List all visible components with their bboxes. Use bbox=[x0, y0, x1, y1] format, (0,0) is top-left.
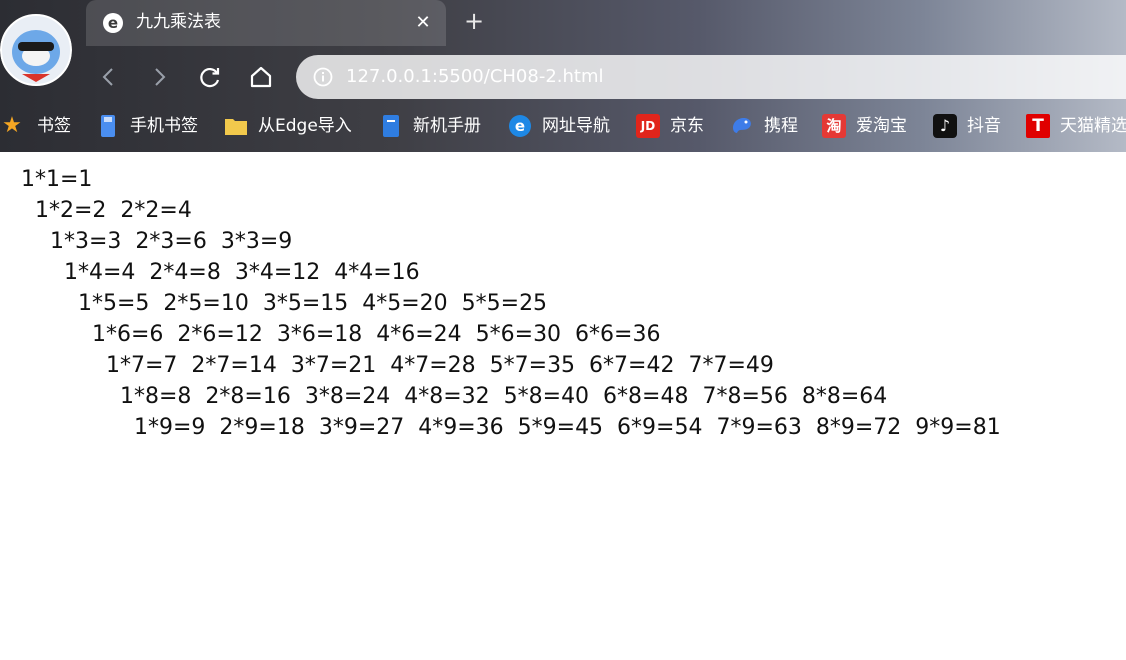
back-button[interactable] bbox=[94, 62, 124, 92]
bookmark-label: 新机手册 bbox=[413, 116, 481, 136]
bookmark-label: 天猫精选 bbox=[1060, 116, 1126, 136]
chevron-right-icon bbox=[155, 68, 166, 86]
svg-text:e: e bbox=[515, 117, 525, 135]
table-row: 1*1=1 bbox=[21, 167, 93, 192]
book-icon bbox=[379, 114, 403, 138]
bookmark-label: 爱淘宝 bbox=[856, 116, 907, 136]
bookmark-label: 手机书签 bbox=[130, 116, 198, 136]
svg-text:e: e bbox=[108, 14, 118, 32]
home-button[interactable] bbox=[246, 62, 276, 92]
table-row: 1*2=2 2*2=4 bbox=[35, 198, 192, 223]
star-icon: ★ bbox=[2, 113, 22, 138]
chevron-left-icon bbox=[102, 68, 113, 86]
edge-favicon-icon: e bbox=[102, 12, 124, 34]
folder-icon bbox=[224, 114, 248, 138]
douyin-icon: ♪ bbox=[933, 114, 957, 138]
bookmark-label: 从Edge导入 bbox=[258, 116, 352, 136]
reload-button[interactable] bbox=[195, 62, 225, 92]
forward-button[interactable] bbox=[144, 62, 174, 92]
page-content: 1*1=1 1*2=2 2*2=4 1*3=3 2*3=6 3*3=9 1*4=… bbox=[0, 152, 1126, 660]
bookmark-label: 京东 bbox=[670, 116, 704, 136]
address-bar[interactable]: 127.0.0.1:5500/CH08-2.html bbox=[296, 55, 1126, 99]
profile-avatar[interactable] bbox=[0, 12, 72, 88]
table-row: 1*8=8 2*8=16 3*8=24 4*8=32 5*8=40 6*8=48… bbox=[120, 384, 888, 409]
bookmark-label: 书签 bbox=[37, 116, 71, 136]
home-icon bbox=[250, 66, 272, 88]
phone-icon bbox=[96, 114, 120, 138]
tab-close-icon[interactable]: ✕ bbox=[412, 12, 434, 34]
reload-icon bbox=[200, 68, 220, 88]
bookmark-label: 网址导航 bbox=[542, 116, 610, 136]
ctrip-icon bbox=[730, 114, 754, 138]
url-text: 127.0.0.1:5500/CH08-2.html bbox=[346, 66, 604, 87]
browser-tab-active[interactable]: e 九九乘法表 ✕ bbox=[86, 0, 446, 46]
bookmark-label: 携程 bbox=[764, 116, 798, 136]
table-row: 1*5=5 2*5=10 3*5=15 4*5=20 5*5=25 bbox=[78, 291, 548, 316]
table-row: 1*3=3 2*3=6 3*3=9 bbox=[50, 229, 293, 254]
edge-icon: e bbox=[508, 114, 532, 138]
tmall-icon: T bbox=[1026, 114, 1050, 138]
tab-title: 九九乘法表 bbox=[136, 12, 221, 32]
table-row: 1*6=6 2*6=12 3*6=18 4*6=24 5*6=30 6*6=36 bbox=[92, 322, 661, 347]
bookmark-label: 抖音 bbox=[967, 116, 1001, 136]
table-row: 1*9=9 2*9=18 3*9=27 4*9=36 5*9=45 6*9=54… bbox=[134, 415, 1001, 440]
browser-chrome: e 九九乘法表 ✕ + 127.0.0.1:5500/CH08-2.html ★… bbox=[0, 0, 1126, 152]
new-tab-button[interactable]: + bbox=[462, 9, 486, 33]
table-row: 1*7=7 2*7=14 3*7=21 4*7=28 5*7=35 6*7=42… bbox=[106, 353, 774, 378]
table-row: 1*4=4 2*4=8 3*4=12 4*4=16 bbox=[64, 260, 420, 285]
taobao-icon: 淘 bbox=[822, 114, 846, 138]
site-info-icon[interactable] bbox=[313, 67, 333, 87]
jd-icon: JD bbox=[636, 114, 660, 138]
